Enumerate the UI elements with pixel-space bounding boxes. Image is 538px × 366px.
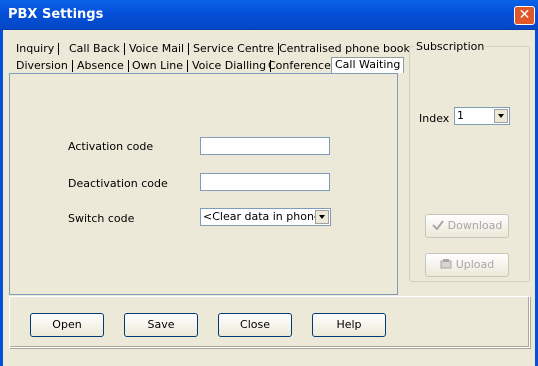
open-button[interactable]: Open [30,313,104,337]
window-close-button[interactable]: ✕ [514,6,535,25]
switch-code-select[interactable]: <Clear data in phone> [200,208,331,226]
tab-conference[interactable]: Conference [268,58,336,74]
index-value: 1 [457,109,464,122]
chevron-down-icon[interactable] [494,109,508,123]
title-bar: PBX Settings ✕ [0,0,538,30]
tab-diversion[interactable]: Diversion [16,58,73,74]
tab-inquiry[interactable]: Inquiry [16,41,60,57]
tab-voice-mail[interactable]: Voice Mail [129,41,190,57]
window-title: PBX Settings [8,7,104,22]
subscription-group [409,46,530,282]
tab-voice-dialling[interactable]: Voice Dialling [192,58,272,74]
subscription-title: Subscription [414,40,487,53]
index-label: Index [419,112,450,125]
tab-absence[interactable]: Absence [77,58,129,74]
open-label: Open [52,318,82,331]
save-button[interactable]: Save [124,313,198,337]
activation-code-input[interactable] [200,137,330,155]
upload-icon [440,255,452,269]
upload-label: Upload [455,258,495,271]
tab-service-centre[interactable]: Service Centre [193,41,279,57]
tab-centralised-phone-book[interactable]: Centralised phone book [279,41,410,57]
tab-own-line[interactable]: Own Line [132,58,189,74]
deactivation-code-label: Deactivation code [68,177,168,190]
switch-code-value: <Clear data in phone> [203,210,330,223]
save-label: Save [147,318,175,331]
help-button[interactable]: Help [312,313,386,337]
download-button[interactable]: Download [425,214,509,238]
close-label: Close [240,318,270,331]
download-label: Download [447,219,503,232]
index-select[interactable]: 1 [454,107,510,125]
tab-call-waiting[interactable]: Call Waiting [331,57,405,73]
download-icon [431,216,444,231]
close-button[interactable]: Close [218,313,292,337]
deactivation-code-input[interactable] [200,173,330,191]
tab-call-back[interactable]: Call Back [69,41,125,57]
help-label: Help [336,318,362,331]
upload-button[interactable]: Upload [425,253,509,277]
activation-code-label: Activation code [68,140,154,153]
close-icon: ✕ [518,7,531,23]
chevron-down-icon[interactable] [315,210,329,224]
switch-code-label: Switch code [68,212,135,225]
